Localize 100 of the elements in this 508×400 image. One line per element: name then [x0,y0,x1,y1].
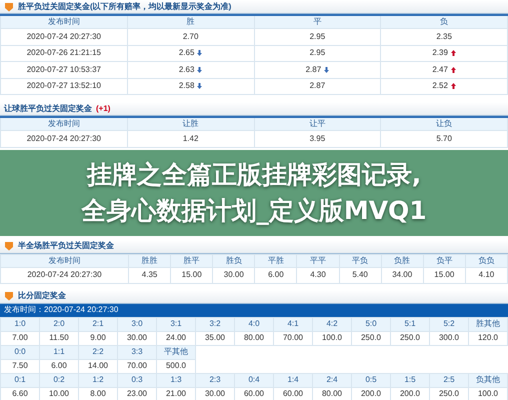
column-header: 平平 [296,254,340,267]
table-cell: 7.50 [0,359,40,373]
publish-time: 发布时间：2020-07-24 20:27:30 [4,304,118,316]
table-cell: 14.00 [78,359,118,373]
table-cell: 2020-07-27 10:53:37 [0,62,128,78]
column-header: 发布时间 [0,15,128,28]
table-cell: 2.87 [254,78,381,94]
column-header: 胜胜 [128,254,171,267]
score-label: 2:3 [196,373,234,387]
score-label: 1:3 [156,373,196,387]
table-cell: 1.42 [127,130,254,147]
score-label: 1:0 [0,317,40,331]
column-header: 胜平 [170,254,213,267]
column-header: 让负 [380,117,508,130]
table-cell: 2.87 [254,62,381,78]
score-label: 5:1 [390,317,430,331]
column-header: 负 [380,15,508,28]
column-header: 让平 [254,117,381,130]
table-cell: 2.47 [380,62,508,78]
column-header: 平负 [339,254,382,267]
table-cell: 70.00 [274,331,312,345]
score-label: 0:5 [352,373,390,387]
column-header: 负负 [465,254,508,267]
score-label: 4:0 [234,317,274,331]
table-cell: 500.0 [156,359,196,373]
score-label: 2:5 [430,373,468,387]
column-header: 平胜 [254,254,297,267]
section-title: 让球胜平负过关固定奖金 [4,102,92,114]
table-cell: 2.95 [254,45,381,62]
score-label: 0:2 [40,373,78,387]
table-cell: 120.0 [468,331,508,345]
table-cell: 4.10 [465,267,508,283]
column-header: 胜负 [212,254,255,267]
table-cell: 30.00 [118,331,156,345]
score-label: 3:2 [196,317,234,331]
shield-icon [4,2,14,12]
column-header: 发布时间 [0,254,128,267]
column-header: 让胜 [127,117,254,130]
table-cell: 24.00 [156,331,196,345]
table-cell: 80.00 [234,331,274,345]
score-label: 2:2 [78,345,118,359]
column-header: 发布时间 [0,117,128,130]
table-cell: 250.0 [390,331,430,345]
table-cell: 100.0 [312,331,352,345]
score-label: 5:0 [352,317,390,331]
score-label: 负其他 [468,373,508,387]
table-cell: 2.58 [127,78,254,94]
table-cell: 2.39 [380,45,508,62]
table-cell: 2.52 [380,78,508,94]
column-header: 胜 [127,15,254,28]
table-cell: 70.00 [118,359,156,373]
score-label: 0:4 [234,373,274,387]
score-label: 平其他 [156,345,196,359]
score-label: 4:1 [274,317,312,331]
section-title: 胜平负过关固定奖金(以下所有赔率，均以最新显示奖金为准) [18,0,232,12]
score-label: 胜其他 [468,317,508,331]
section-title: 半全场胜平负过关固定奖金 [18,240,114,252]
table-cell: 15.00 [170,267,213,283]
table-cell: 7.00 [0,331,40,345]
score-label: 2:0 [40,317,78,331]
table-cell: 2020-07-27 13:52:10 [0,78,128,94]
score-label: 4:2 [312,317,352,331]
table-cell: 9.00 [78,331,118,345]
table-cell: 30.00 [212,267,255,283]
score-label: 1:4 [274,373,312,387]
table-cell: 5.40 [339,267,382,283]
score-label: 2:1 [78,317,118,331]
table-cell: 2.70 [127,28,254,45]
score-label: 1:1 [40,345,78,359]
table-cell: 2.65 [127,45,254,62]
column-header: 平 [254,15,381,28]
score-label: 1:2 [78,373,118,387]
table-cell: 11.50 [40,331,78,345]
score-label: 3:0 [118,317,156,331]
table-cell: 2.63 [127,62,254,78]
score-label: 5:2 [430,317,468,331]
table-cell: 2.95 [254,28,381,45]
banner-text: 挂牌之全篇正版挂牌彩图记录, [86,158,422,190]
table-cell: 15.00 [423,267,466,283]
table-cell: 35.00 [196,331,234,345]
score-label: 0:1 [0,373,40,387]
table-cell: 2020-07-24 20:27:30 [0,28,128,45]
score-label: 1:5 [390,373,430,387]
table-cell: 6.00 [40,359,78,373]
table-cell: 6.60 [0,387,40,400]
score-label: 0:3 [118,373,156,387]
shield-icon [4,241,14,251]
table-cell: 2020-07-24 20:27:30 [0,130,128,147]
score-label: 2:4 [312,373,352,387]
table-cell: 2020-07-26 21:21:15 [0,45,128,62]
handicap-note: (+1) [96,102,110,114]
table-cell: 2.35 [380,28,508,45]
table-cell: 4.35 [128,267,171,283]
table-cell: 250.0 [352,331,390,345]
table-cell: 5.70 [380,130,508,147]
column-header: 负胜 [381,254,424,267]
table-cell: 2020-07-24 20:27:30 [0,267,128,283]
score-label: 3:3 [118,345,156,359]
column-header: 负平 [423,254,466,267]
table-cell: 34.00 [381,267,424,283]
